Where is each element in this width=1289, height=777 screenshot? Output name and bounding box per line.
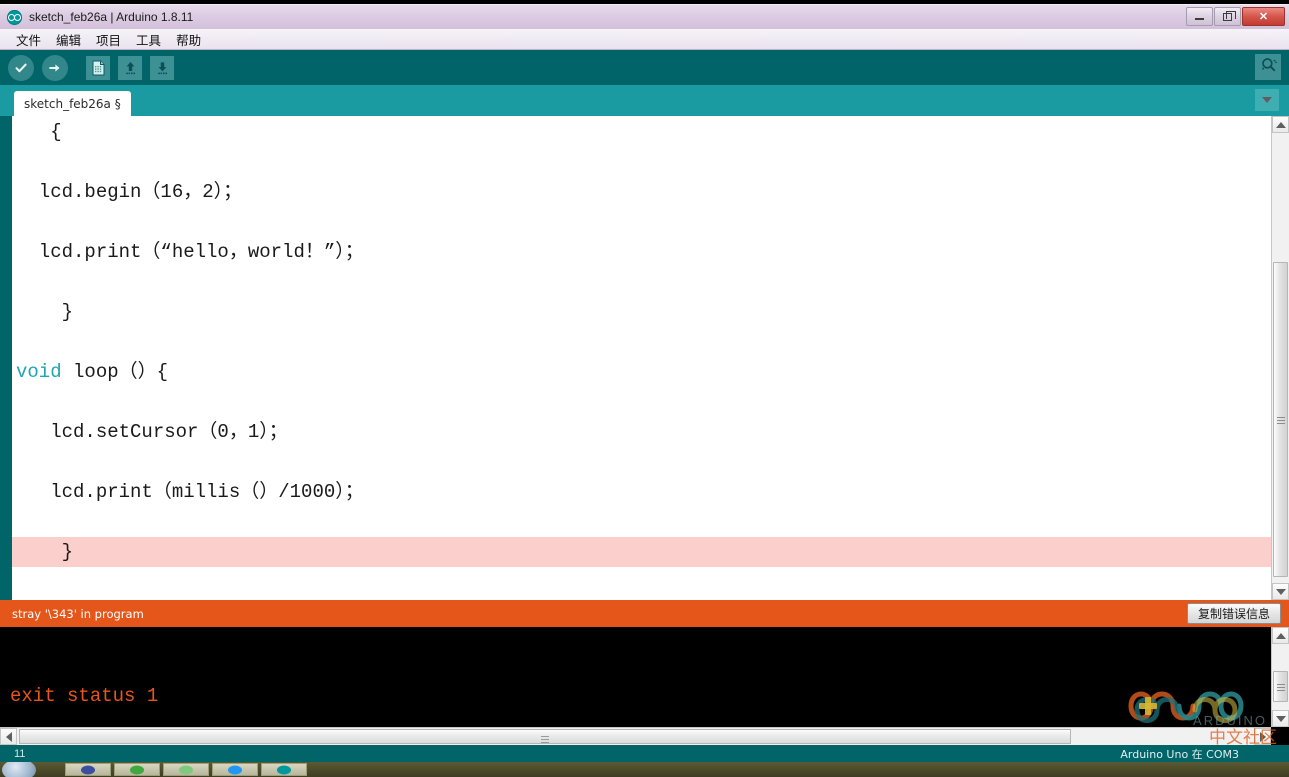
sketch-tab-bar: sketch_feb26a § [0,85,1289,116]
menu-item-edit[interactable]: 编辑 [50,28,87,51]
error-status-bar: stray '\343' in program 复制错误信息 [0,600,1289,627]
status-bar: 11 Arduino Uno 在 COM3 [0,745,1289,762]
windows-taskbar [0,762,1289,777]
sketch-tab[interactable]: sketch_feb26a § [14,91,131,116]
upload-button[interactable] [42,54,68,81]
new-sketch-button[interactable] [86,55,110,80]
code-line-rest: loop（）{ [61,361,169,383]
editor-scrollbar-thumb[interactable] [1273,262,1288,577]
scrollbar-grip-icon [1277,415,1285,425]
taskbar-item-icon [130,765,144,774]
title-bar: sketch_feb26a | Arduino 1.8.11 ✕ [0,4,1289,29]
taskbar-item-icon [179,765,193,774]
minimize-button[interactable] [1186,7,1213,26]
watermark-community-text: 中文社区 [1209,728,1277,748]
taskbar-item[interactable] [163,763,209,776]
scrollbar-grip-icon [541,734,549,743]
menu-bar: 文件 编辑 项目 工具 帮助 [0,29,1289,50]
code-line-loop: void loop（）{ [12,357,1271,387]
taskbar-item-icon [277,765,291,774]
editor-vertical-scrollbar[interactable] [1271,116,1289,600]
menu-item-tools[interactable]: 工具 [130,28,167,51]
triangle-up-icon [1275,632,1286,639]
code-line: { [16,121,62,143]
serial-monitor-button[interactable] [1255,54,1281,80]
error-message: stray '\343' in program [12,606,144,621]
arduino-logo-icon [7,9,22,25]
triangle-down-icon [1275,715,1286,722]
arduino-ide-window: sketch_feb26a | Arduino 1.8.11 ✕ 文件 编辑 项… [0,0,1289,762]
console-output[interactable]: exit status 1 stray '\343' in program [0,627,1289,727]
board-port-status: Arduino Uno 在 COM3 [1120,748,1239,761]
arrow-right-icon [42,54,68,81]
minimize-icon [1195,18,1204,20]
triangle-up-icon [1275,121,1286,128]
code-line: } [16,301,74,323]
copy-error-button[interactable]: 复制错误信息 [1186,603,1281,624]
arrow-up-icon [118,55,142,80]
scroll-down-button[interactable] [1272,583,1289,600]
scroll-left-button[interactable] [0,728,17,745]
code-line: lcd.setCursor（0，1）； [16,421,288,443]
console-line: exit status 1 [10,685,159,707]
maximize-restore-button[interactable] [1214,7,1241,26]
menu-item-file[interactable]: 文件 [10,28,47,51]
code-keyword: void [16,361,62,383]
new-document-icon [86,55,110,80]
chevron-down-icon [1262,97,1272,103]
code-line: lcd.print（“hello，world！”）； [16,241,364,263]
triangle-down-icon [1275,588,1286,595]
triangle-left-icon [5,731,12,742]
close-button[interactable]: ✕ [1242,7,1285,26]
code-line: lcd.begin（16，2）； [16,181,243,203]
taskbar-item[interactable] [212,763,258,776]
magnifier-icon [1260,56,1277,78]
checkmark-icon [8,54,34,81]
toolbar [0,50,1289,85]
start-button-icon[interactable] [2,762,36,777]
console-scroll-up-button[interactable] [1272,627,1289,644]
console-vertical-scrollbar[interactable] [1271,627,1289,727]
code-line-error: } [12,537,1271,567]
taskbar-item[interactable] [65,763,111,776]
taskbar-item-icon [228,765,242,774]
menu-item-sketch[interactable]: 项目 [90,28,127,51]
console-horizontal-scrollbar[interactable] [0,727,1271,745]
taskbar-item[interactable] [114,763,160,776]
restore-icon [1223,10,1236,21]
save-sketch-button[interactable] [150,55,174,80]
window-title: sketch_feb26a | Arduino 1.8.11 [29,10,194,24]
arrow-down-icon [150,55,174,80]
scroll-up-button[interactable] [1272,116,1289,133]
window-controls: ✕ [1186,7,1285,26]
hscrollbar-thumb[interactable] [19,729,1071,744]
taskbar-item[interactable] [261,763,307,776]
editor-gutter [0,116,12,600]
code-line: lcd.print（millis（）/1000）； [16,481,364,503]
menu-item-help[interactable]: 帮助 [170,28,207,51]
desktop-background: ▩▩▩▩▩ ▩▩▩▩▩▩ × ▩▩▩▩▩ ▩▩▩▩▩▩ × sketch_feb… [0,0,1289,777]
cursor-line-number: 11 [14,747,26,760]
console-text: exit status 1 stray '\343' in program [10,627,272,727]
verify-button[interactable] [8,54,34,81]
open-sketch-button[interactable] [118,55,142,80]
scrollbar-grip-icon [1277,682,1285,692]
code-content[interactable]: { lcd.begin（16，2）； lcd.print（“hello，worl… [12,116,1271,600]
console-scrollbar-thumb[interactable] [1273,671,1288,702]
taskbar-item-icon [81,765,95,774]
code-editor[interactable]: { lcd.begin（16，2）； lcd.print（“hello，worl… [0,116,1289,600]
tab-menu-button[interactable] [1255,89,1279,111]
